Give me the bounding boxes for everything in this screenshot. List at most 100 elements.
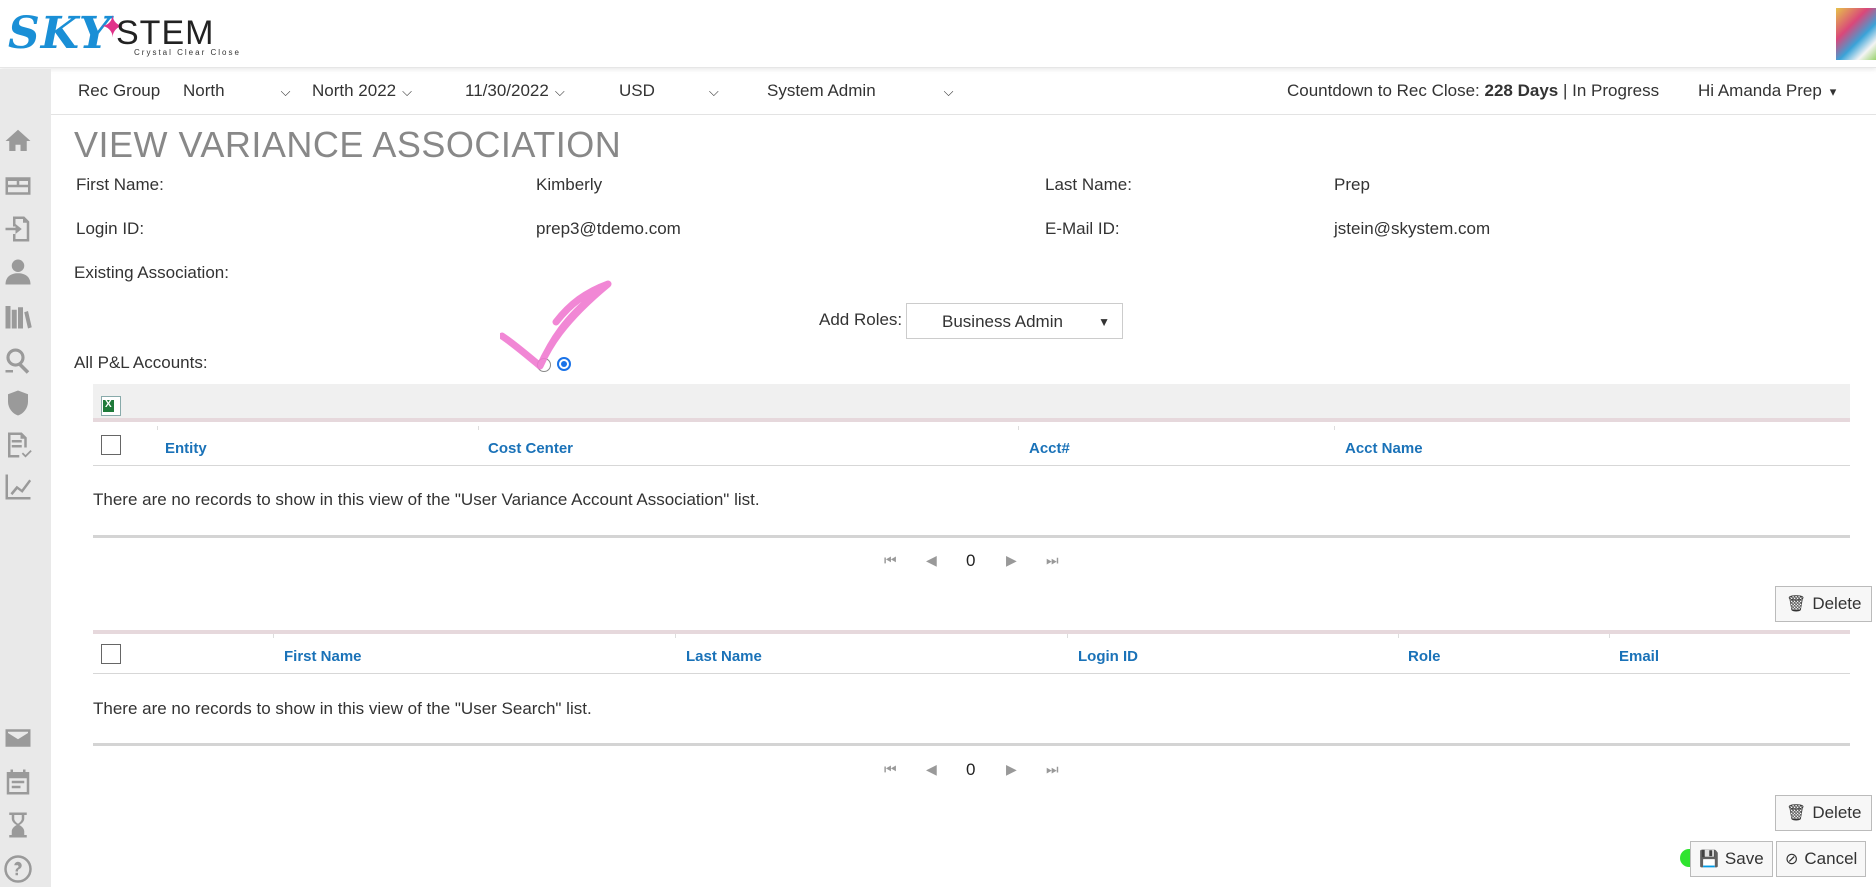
- all-pl-accounts-label: All P&L Accounts:: [74, 353, 208, 372]
- user-grid-empty-message: There are no records to show in this vie…: [93, 699, 592, 718]
- checkmark-annotation-icon: [500, 280, 612, 370]
- select-all-checkbox[interactable]: [101, 435, 121, 455]
- first-page-icon[interactable]: ⏮: [884, 761, 897, 778]
- column-cost-center[interactable]: Cost Center: [488, 440, 573, 457]
- last-page-icon[interactable]: ⏭: [1046, 761, 1059, 778]
- user-grid-header: First Name Last Name Login ID Role Email: [93, 634, 1850, 674]
- cancel-button[interactable]: ⊘ Cancel: [1776, 841, 1867, 877]
- cancel-label: Cancel: [1804, 849, 1858, 868]
- dashboard-icon[interactable]: [2, 170, 34, 202]
- column-last-name[interactable]: Last Name: [686, 648, 762, 665]
- greeting-text: Hi Amanda Prep: [1698, 81, 1822, 100]
- delete-label: Delete: [1812, 594, 1862, 613]
- status-text: In Progress: [1572, 81, 1660, 100]
- chevron-down-icon: ⌵: [708, 84, 719, 99]
- email-id-value: jstein@skystem.com: [1334, 219, 1491, 238]
- account-grid-empty-message: There are no records to show in this vie…: [93, 490, 760, 509]
- column-divider: [1609, 634, 1610, 638]
- column-login-id[interactable]: Login ID: [1078, 648, 1138, 665]
- hourglass-icon[interactable]: [2, 809, 34, 841]
- date-dropdown[interactable]: 11/30/2022 ⌵: [465, 81, 565, 101]
- select-all-checkbox[interactable]: [101, 644, 121, 664]
- region-value: North: [183, 81, 225, 100]
- role-dropdown[interactable]: System Admin ⌵: [767, 81, 954, 101]
- currency-dropdown[interactable]: USD ⌵: [619, 81, 719, 101]
- page-number: 0: [966, 760, 976, 779]
- column-acct-number[interactable]: Acct#: [1029, 440, 1070, 457]
- rec-group-label: Rec Group: [78, 81, 161, 100]
- add-roles-label: Add Roles:: [819, 310, 903, 329]
- chevron-down-icon: ⌵: [280, 84, 291, 99]
- excel-export-icon[interactable]: [101, 396, 121, 416]
- chevron-down-icon: ⌵: [402, 84, 412, 99]
- chevron-down-icon: ⌵: [554, 84, 565, 99]
- add-roles-select[interactable]: Business Admin ▼: [906, 303, 1123, 339]
- account-grid-footer-border: [93, 535, 1850, 538]
- countdown-days: 228 Days: [1484, 81, 1559, 100]
- import-icon[interactable]: [2, 213, 34, 245]
- search-report-icon[interactable]: [2, 344, 34, 376]
- user-menu[interactable]: Hi Amanda Prep ▾: [1698, 81, 1836, 101]
- column-email[interactable]: Email: [1619, 648, 1659, 665]
- region-dropdown[interactable]: North ⌵: [183, 81, 290, 101]
- home-icon[interactable]: [2, 125, 34, 157]
- left-sidebar: [0, 69, 51, 887]
- library-icon[interactable]: [2, 300, 34, 332]
- calendar-icon[interactable]: [2, 766, 34, 798]
- login-id-label: Login ID:: [76, 219, 145, 238]
- chevron-down-icon: ⌵: [943, 84, 954, 99]
- delete-label: Delete: [1812, 803, 1862, 822]
- email-id-label: E-Mail ID:: [1045, 219, 1120, 238]
- column-role[interactable]: Role: [1408, 648, 1441, 665]
- avatar[interactable]: [1836, 8, 1876, 60]
- logo-sky-text: SKY: [8, 8, 112, 59]
- last-page-icon[interactable]: ⏭: [1046, 552, 1059, 569]
- first-page-icon[interactable]: ⏮: [884, 552, 897, 569]
- account-grid-toolbar: [93, 384, 1850, 422]
- countdown-label: Countdown to Rec Close:: [1287, 81, 1480, 100]
- period-dropdown[interactable]: North 2022 ⌵: [312, 81, 412, 101]
- login-id-value: prep3@tdemo.com: [536, 219, 681, 238]
- delete-user-button[interactable]: 🗑 Delete: [1775, 795, 1873, 831]
- column-divider: [1067, 634, 1068, 638]
- first-name-value: Kimberly: [536, 175, 603, 194]
- floppy-disk-icon: 💾: [1699, 851, 1719, 868]
- chart-icon[interactable]: [2, 471, 34, 503]
- column-first-name[interactable]: First Name: [284, 648, 362, 665]
- trash-icon: 🗑: [1786, 596, 1807, 613]
- save-button[interactable]: 💾 Save: [1690, 841, 1773, 877]
- save-label: Save: [1724, 849, 1764, 868]
- delete-account-button[interactable]: 🗑 Delete: [1775, 586, 1873, 622]
- document-check-icon[interactable]: [2, 429, 34, 461]
- trash-icon: 🗑: [1786, 805, 1807, 822]
- caret-down-icon: ▼: [1098, 315, 1110, 329]
- column-divider: [157, 426, 158, 430]
- user-icon[interactable]: [2, 256, 34, 288]
- date-value: 11/30/2022: [465, 81, 549, 100]
- prev-page-icon[interactable]: ◀: [926, 552, 937, 569]
- top-header: SKY ✦ STEM Crystal Clear Close: [0, 0, 1876, 68]
- shield-icon[interactable]: [2, 387, 34, 419]
- column-divider: [1334, 426, 1335, 430]
- user-grid-footer-border: [93, 743, 1850, 746]
- next-page-icon[interactable]: ▶: [1006, 552, 1017, 569]
- cancel-icon: ⊘: [1785, 851, 1799, 868]
- prev-page-icon[interactable]: ◀: [926, 761, 937, 778]
- page-title: VIEW VARIANCE ASSOCIATION: [74, 124, 622, 165]
- column-divider: [675, 634, 676, 638]
- period-value: North 2022: [312, 81, 397, 100]
- filter-bar: Rec Group North ⌵ North 2022 ⌵ 11/30/2022 ⌵…: [51, 69, 1876, 115]
- skystem-logo[interactable]: SKY ✦ STEM Crystal Clear Close: [8, 8, 248, 60]
- last-name-label: Last Name:: [1045, 175, 1132, 194]
- column-entity[interactable]: Entity: [165, 440, 207, 457]
- last-name-value: Prep: [1334, 175, 1370, 194]
- column-divider: [1018, 426, 1019, 430]
- logo-tagline: Crystal Clear Close: [134, 48, 241, 57]
- column-acct-name[interactable]: Acct Name: [1345, 440, 1423, 457]
- next-page-icon[interactable]: ▶: [1006, 761, 1017, 778]
- help-icon[interactable]: [2, 853, 34, 885]
- column-divider: [1398, 634, 1399, 638]
- caret-down-icon: ▾: [1829, 84, 1837, 99]
- countdown-separator: |: [1562, 81, 1568, 100]
- mail-icon[interactable]: [2, 722, 34, 754]
